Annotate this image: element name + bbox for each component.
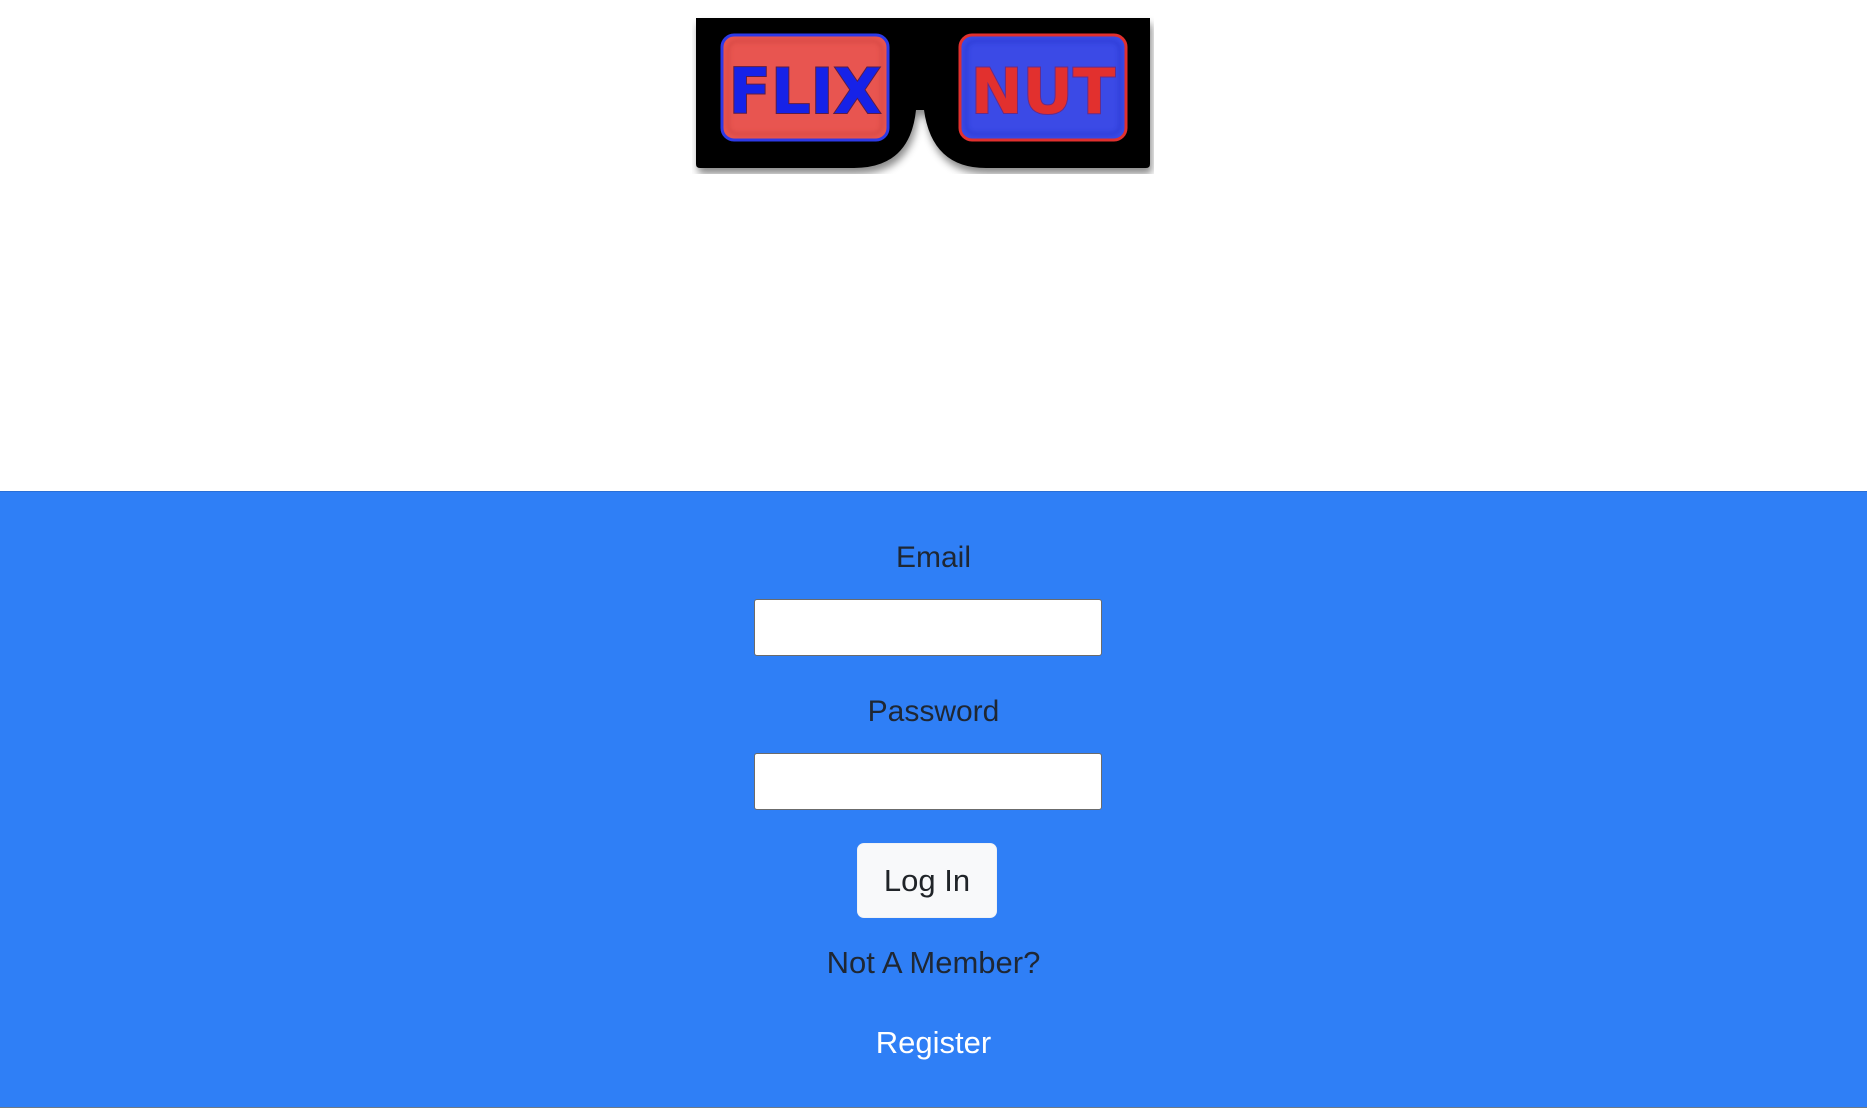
password-label: Password bbox=[867, 695, 1000, 728]
login-button[interactable]: Log In bbox=[857, 843, 997, 918]
logo-nut-text: NUT bbox=[971, 55, 1116, 128]
register-link[interactable]: Register bbox=[0, 1024, 1867, 1062]
login-page: FLIX NUT Email Password Log In Not A Mem… bbox=[0, 0, 1867, 1108]
glasses-logo-icon: FLIX NUT bbox=[696, 18, 1150, 168]
password-field[interactable] bbox=[754, 753, 1102, 810]
header: FLIX NUT bbox=[0, 0, 1867, 491]
login-section: Email Password Log In Not A Member? Regi… bbox=[0, 491, 1867, 1108]
email-field[interactable] bbox=[754, 599, 1102, 656]
logo-flix-text: FLIX bbox=[729, 55, 882, 128]
email-label: Email bbox=[895, 541, 971, 574]
flixnut-logo: FLIX NUT bbox=[692, 14, 1154, 174]
not-member-text: Not A Member? bbox=[826, 945, 1041, 980]
